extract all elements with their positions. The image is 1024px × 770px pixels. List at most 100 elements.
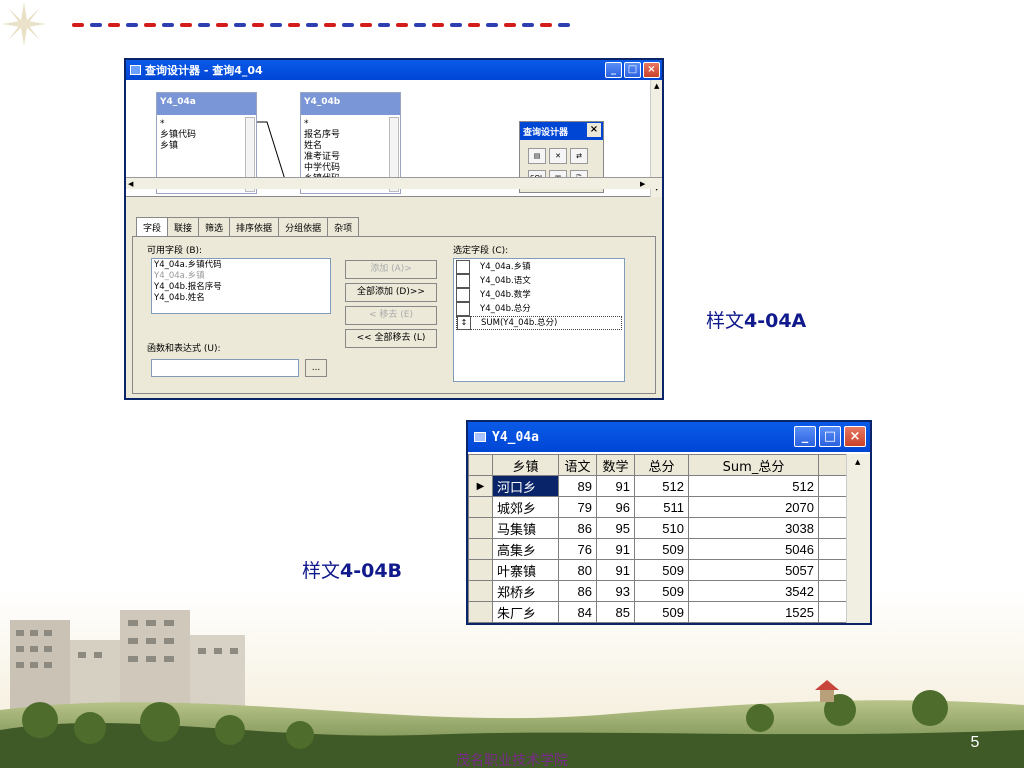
move-handle-icon[interactable]: ↕ bbox=[457, 316, 471, 330]
table-cell[interactable]: 2070 bbox=[688, 496, 819, 518]
datasheet-vscroll[interactable]: ▲ bbox=[846, 454, 870, 623]
table-row[interactable]: 朱厂乡 84 85 509 1525 bbox=[468, 601, 853, 623]
table-cell[interactable]: 509 bbox=[634, 601, 689, 623]
table-cell[interactable]: 509 bbox=[634, 538, 689, 560]
available-fields-list[interactable]: Y4_04a.乡镇代码 Y4_04a.乡镇 Y4_04b.报名序号 Y4_04b… bbox=[151, 258, 331, 314]
table-row[interactable]: ▶ 河口乡 89 91 512 512 bbox=[468, 475, 853, 497]
column-header[interactable]: 数学 bbox=[596, 454, 635, 476]
table-cell[interactable]: 509 bbox=[634, 559, 689, 581]
table-cell[interactable]: 3542 bbox=[688, 580, 819, 602]
table-cell[interactable]: 城郊乡 bbox=[492, 496, 559, 518]
available-field-item[interactable]: Y4_04a.乡镇 bbox=[154, 271, 328, 282]
table-cell[interactable]: 马集镇 bbox=[492, 517, 559, 539]
add-all-button[interactable]: 全部添加 (D)>> bbox=[345, 283, 437, 302]
move-handle[interactable] bbox=[456, 274, 470, 288]
row-selector[interactable] bbox=[468, 559, 493, 581]
table-cell[interactable]: 86 bbox=[558, 580, 597, 602]
add-join-icon[interactable]: ⇄ bbox=[570, 148, 588, 164]
available-field-item[interactable]: Y4_04b.报名序号 bbox=[154, 282, 328, 293]
selected-fields-list[interactable]: Y4_04a.乡镇 Y4_04b.语文 Y4_04b.数学 Y4_04b.总分 … bbox=[453, 258, 625, 382]
table-row[interactable]: 马集镇 86 95 510 3038 bbox=[468, 517, 853, 539]
remove-button[interactable]: < 移去 (E) bbox=[345, 306, 437, 325]
table-cell[interactable]: 93 bbox=[596, 580, 635, 602]
row-selector[interactable] bbox=[468, 517, 493, 539]
table-a-field[interactable]: * bbox=[160, 119, 196, 130]
table-cell[interactable]: 95 bbox=[596, 517, 635, 539]
row-selector[interactable] bbox=[468, 601, 493, 623]
table-cell[interactable]: 郑桥乡 bbox=[492, 580, 559, 602]
table-row[interactable]: 高集乡 76 91 509 5046 bbox=[468, 538, 853, 560]
table-cell[interactable]: 510 bbox=[634, 517, 689, 539]
tab-group-by[interactable]: 分组依据 bbox=[278, 217, 329, 236]
toolbar-title[interactable]: 查询设计器 × bbox=[520, 122, 603, 140]
table-b-field[interactable]: 中学代码 bbox=[304, 163, 340, 174]
tab-misc[interactable]: 杂项 bbox=[327, 217, 360, 236]
remove-table-icon[interactable]: ✕ bbox=[549, 148, 567, 164]
column-header[interactable]: Sum_总分 bbox=[688, 454, 819, 476]
selected-field-row[interactable]: ↕ SUM(Y4_04b.总分) bbox=[456, 316, 622, 330]
table-a-field[interactable]: 乡镇 bbox=[160, 141, 196, 152]
column-header[interactable]: 乡镇 bbox=[492, 454, 559, 476]
table-cell[interactable]: 5057 bbox=[688, 559, 819, 581]
add-button[interactable]: 添加 (A)> bbox=[345, 260, 437, 279]
table-pane-hscroll[interactable]: ◀ ▶ bbox=[126, 177, 662, 189]
table-b-field[interactable]: 准考证号 bbox=[304, 152, 340, 163]
row-selector-header[interactable] bbox=[468, 454, 493, 476]
table-cell[interactable]: 85 bbox=[596, 601, 635, 623]
maximize-button[interactable]: □ bbox=[819, 426, 841, 447]
row-selector[interactable] bbox=[468, 538, 493, 560]
table-row[interactable]: 城郊乡 79 96 511 2070 bbox=[468, 496, 853, 518]
tab-filter[interactable]: 筛选 bbox=[198, 217, 231, 236]
selected-field-row[interactable]: Y4_04a.乡镇 bbox=[456, 260, 622, 274]
available-field-item[interactable]: Y4_04b.姓名 bbox=[154, 293, 328, 304]
table-cell[interactable]: 91 bbox=[596, 475, 635, 497]
current-record-indicator-icon[interactable]: ▶ bbox=[468, 475, 493, 497]
tab-order-by[interactable]: 排序依据 bbox=[229, 217, 280, 236]
remove-all-button[interactable]: << 全部移去 (L) bbox=[345, 329, 437, 348]
row-selector[interactable] bbox=[468, 496, 493, 518]
table-cell[interactable]: 5046 bbox=[688, 538, 819, 560]
row-selector[interactable] bbox=[468, 580, 493, 602]
query-designer-titlebar[interactable]: 查询设计器 - 查询4_04 bbox=[126, 60, 662, 80]
close-button[interactable]: × bbox=[643, 62, 660, 78]
table-cell[interactable]: 509 bbox=[634, 580, 689, 602]
table-b-field[interactable]: 报名序号 bbox=[304, 130, 340, 141]
add-table-icon[interactable]: ▤ bbox=[528, 148, 546, 164]
move-handle[interactable] bbox=[456, 260, 470, 274]
move-handle[interactable] bbox=[456, 302, 470, 316]
table-cell[interactable]: 高集乡 bbox=[492, 538, 559, 560]
expression-input[interactable] bbox=[151, 359, 299, 377]
table-cell[interactable]: 76 bbox=[558, 538, 597, 560]
table-cell[interactable]: 84 bbox=[558, 601, 597, 623]
table-row[interactable]: 郑桥乡 86 93 509 3542 bbox=[468, 580, 853, 602]
table-cell[interactable]: 1525 bbox=[688, 601, 819, 623]
toolbar-close-icon[interactable]: × bbox=[587, 123, 601, 137]
table-cell[interactable]: 91 bbox=[596, 538, 635, 560]
table-cell[interactable]: 叶寨镇 bbox=[492, 559, 559, 581]
minimize-button[interactable]: _ bbox=[605, 62, 622, 78]
minimize-button[interactable]: _ bbox=[794, 426, 816, 447]
available-field-item[interactable]: Y4_04a.乡镇代码 bbox=[154, 260, 328, 271]
table-cell[interactable]: 512 bbox=[634, 475, 689, 497]
column-header[interactable]: 总分 bbox=[634, 454, 689, 476]
move-handle[interactable] bbox=[456, 288, 470, 302]
table-a-field[interactable]: 乡镇代码 bbox=[160, 130, 196, 141]
table-cell[interactable]: 80 bbox=[558, 559, 597, 581]
tab-joins[interactable]: 联接 bbox=[167, 217, 200, 236]
table-cell[interactable]: 朱厂乡 bbox=[492, 601, 559, 623]
close-button[interactable]: × bbox=[844, 426, 866, 447]
table-cell[interactable]: 河口乡 bbox=[492, 475, 559, 497]
selected-field-row[interactable]: Y4_04b.语文 bbox=[456, 274, 622, 288]
table-cell[interactable]: 89 bbox=[558, 475, 597, 497]
maximize-button[interactable]: □ bbox=[624, 62, 641, 78]
table-cell[interactable]: 3038 bbox=[688, 517, 819, 539]
table-cell[interactable]: 86 bbox=[558, 517, 597, 539]
table-cell[interactable]: 91 bbox=[596, 559, 635, 581]
table-cell[interactable]: 512 bbox=[688, 475, 819, 497]
table-cell[interactable]: 79 bbox=[558, 496, 597, 518]
column-header[interactable]: 语文 bbox=[558, 454, 597, 476]
table-b-field[interactable]: 姓名 bbox=[304, 141, 340, 152]
table-b-field[interactable]: * bbox=[304, 119, 340, 130]
selected-field-row[interactable]: Y4_04b.数学 bbox=[456, 288, 622, 302]
table-cell[interactable]: 511 bbox=[634, 496, 689, 518]
